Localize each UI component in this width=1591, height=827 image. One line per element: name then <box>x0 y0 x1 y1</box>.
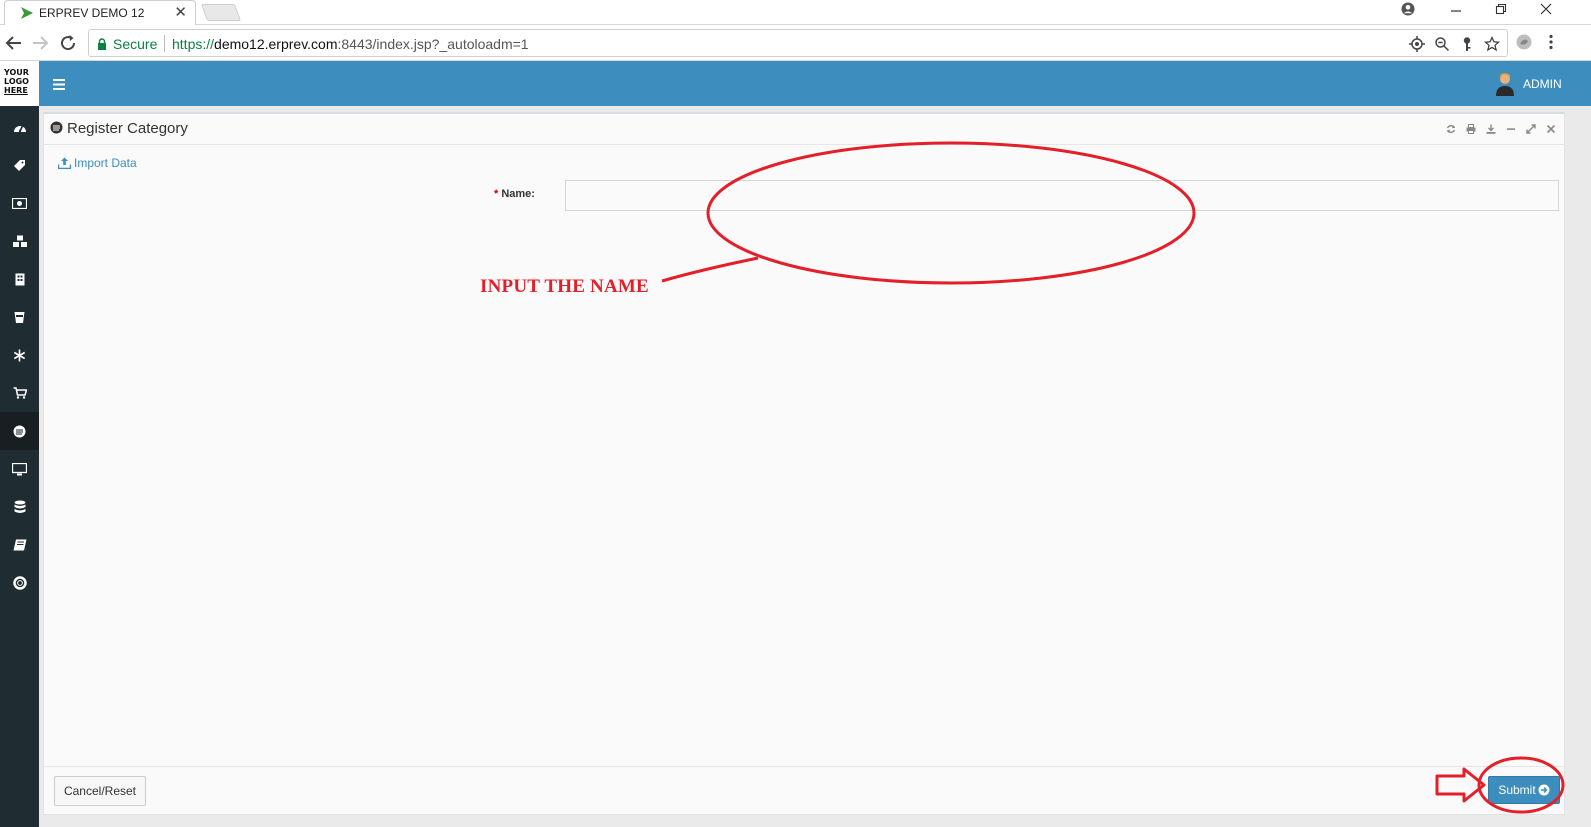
expand-icon[interactable] <box>1526 124 1536 134</box>
import-data-label: Import Data <box>74 156 137 170</box>
profile-icon[interactable] <box>1398 2 1418 19</box>
panel-title: Register Category <box>67 120 188 137</box>
secure-label: Secure <box>113 36 158 52</box>
sidebar-item-monitor[interactable] <box>0 450 39 488</box>
back-arrow-icon[interactable] <box>2 31 26 55</box>
name-input[interactable] <box>565 180 1559 211</box>
name-label-text: Name: <box>501 188 535 200</box>
cubes-icon <box>12 235 27 247</box>
book-icon <box>13 539 26 551</box>
print-icon[interactable] <box>1466 124 1476 134</box>
minimize-panel-icon[interactable] <box>1506 124 1516 134</box>
omnibox-divider <box>164 35 165 52</box>
user-name[interactable]: ADMIN <box>1523 77 1562 91</box>
close-window-icon[interactable] <box>1536 2 1556 18</box>
category-icon <box>50 121 63 134</box>
forward-arrow-icon[interactable] <box>28 31 52 55</box>
sidebar-item-cart[interactable] <box>0 374 39 412</box>
sidebar-item-support[interactable] <box>0 564 39 602</box>
tab-title: ERPREV DEMO 12 <box>39 6 145 20</box>
arrow-circle-right-icon <box>1538 784 1550 796</box>
browser-menu-icon[interactable] <box>1548 34 1554 53</box>
import-data-link[interactable]: Import Data <box>58 156 137 170</box>
app-header: ADMIN <box>39 61 1591 106</box>
category-icon <box>13 425 26 437</box>
sidebar: YOUR LOGO HERE <box>0 61 39 827</box>
submit-button[interactable]: Submit <box>1488 776 1560 804</box>
sidebar-item-tags[interactable] <box>0 146 39 184</box>
snowflake-icon <box>13 349 26 361</box>
sidebar-item-book[interactable] <box>0 526 39 564</box>
sidebar-item-money[interactable] <box>0 184 39 222</box>
restore-icon[interactable] <box>1491 2 1511 18</box>
main-content: Register Category Import Data * Name: Ca… <box>39 106 1591 827</box>
building-icon <box>15 273 24 285</box>
sidebar-item-cup[interactable] <box>0 298 39 336</box>
panel-footer: Cancel/Reset Submit <box>44 766 1564 814</box>
url-input[interactable]: Secure https://demo12.erprev.com:8443/in… <box>88 29 1508 57</box>
lock-icon <box>98 38 106 50</box>
sidebar-item-cubes[interactable] <box>0 222 39 260</box>
panel-header: Register Category <box>44 114 1564 145</box>
submit-label: Submit <box>1498 783 1536 797</box>
tag-icon <box>14 159 25 171</box>
register-category-panel: Register Category Import Data * Name: Ca… <box>43 112 1565 815</box>
logo-text: YOUR LOGO HERE <box>4 68 29 95</box>
annotation-text: INPUT THE NAME <box>480 276 649 297</box>
url-text: https://demo12.erprev.com:8443/index.jsp… <box>172 36 529 52</box>
minimize-icon[interactable] <box>1446 2 1466 19</box>
browser-address-bar: Secure https://demo12.erprev.com:8443/in… <box>0 25 1591 61</box>
monitor-icon <box>12 462 27 475</box>
refresh-icon[interactable] <box>1446 124 1456 134</box>
money-icon <box>12 197 27 209</box>
sidebar-item-category[interactable] <box>0 412 39 450</box>
sidebar-item-database[interactable] <box>0 488 39 526</box>
dashboard-icon <box>13 124 26 133</box>
zoom-out-icon[interactable] <box>1434 36 1450 52</box>
tab-close-icon[interactable]: ✕ <box>174 4 187 21</box>
key-icon[interactable] <box>1459 36 1475 52</box>
sidebar-item-building[interactable] <box>0 260 39 298</box>
erprev-favicon-icon <box>21 7 33 19</box>
required-mark: * <box>494 188 499 200</box>
user-avatar[interactable] <box>1495 72 1515 99</box>
cart-icon <box>13 387 27 399</box>
lifebuoy-icon <box>12 576 27 590</box>
sidebar-item-dashboard[interactable] <box>0 108 39 146</box>
extension-icon[interactable] <box>1514 33 1534 54</box>
browser-tab[interactable]: ERPREV DEMO 12 ✕ <box>4 0 196 25</box>
cancel-reset-button[interactable]: Cancel/Reset <box>54 776 146 806</box>
upload-icon <box>58 157 71 169</box>
cup-icon <box>14 311 25 323</box>
menu-toggle-icon[interactable] <box>53 78 65 93</box>
name-field-label: * Name: <box>494 188 535 200</box>
sidebar-item-snowflake[interactable] <box>0 336 39 374</box>
reload-icon[interactable] <box>56 31 80 55</box>
browser-tab-bar: ERPREV DEMO 12 ✕ <box>0 0 1591 25</box>
download-icon[interactable] <box>1486 124 1496 134</box>
bookmark-star-icon[interactable] <box>1484 36 1500 52</box>
company-logo[interactable]: YOUR LOGO HERE <box>0 61 39 106</box>
new-tab-button[interactable] <box>200 4 242 21</box>
close-panel-icon[interactable] <box>1546 124 1556 134</box>
database-icon <box>14 500 25 513</box>
location-target-icon[interactable] <box>1409 36 1425 52</box>
